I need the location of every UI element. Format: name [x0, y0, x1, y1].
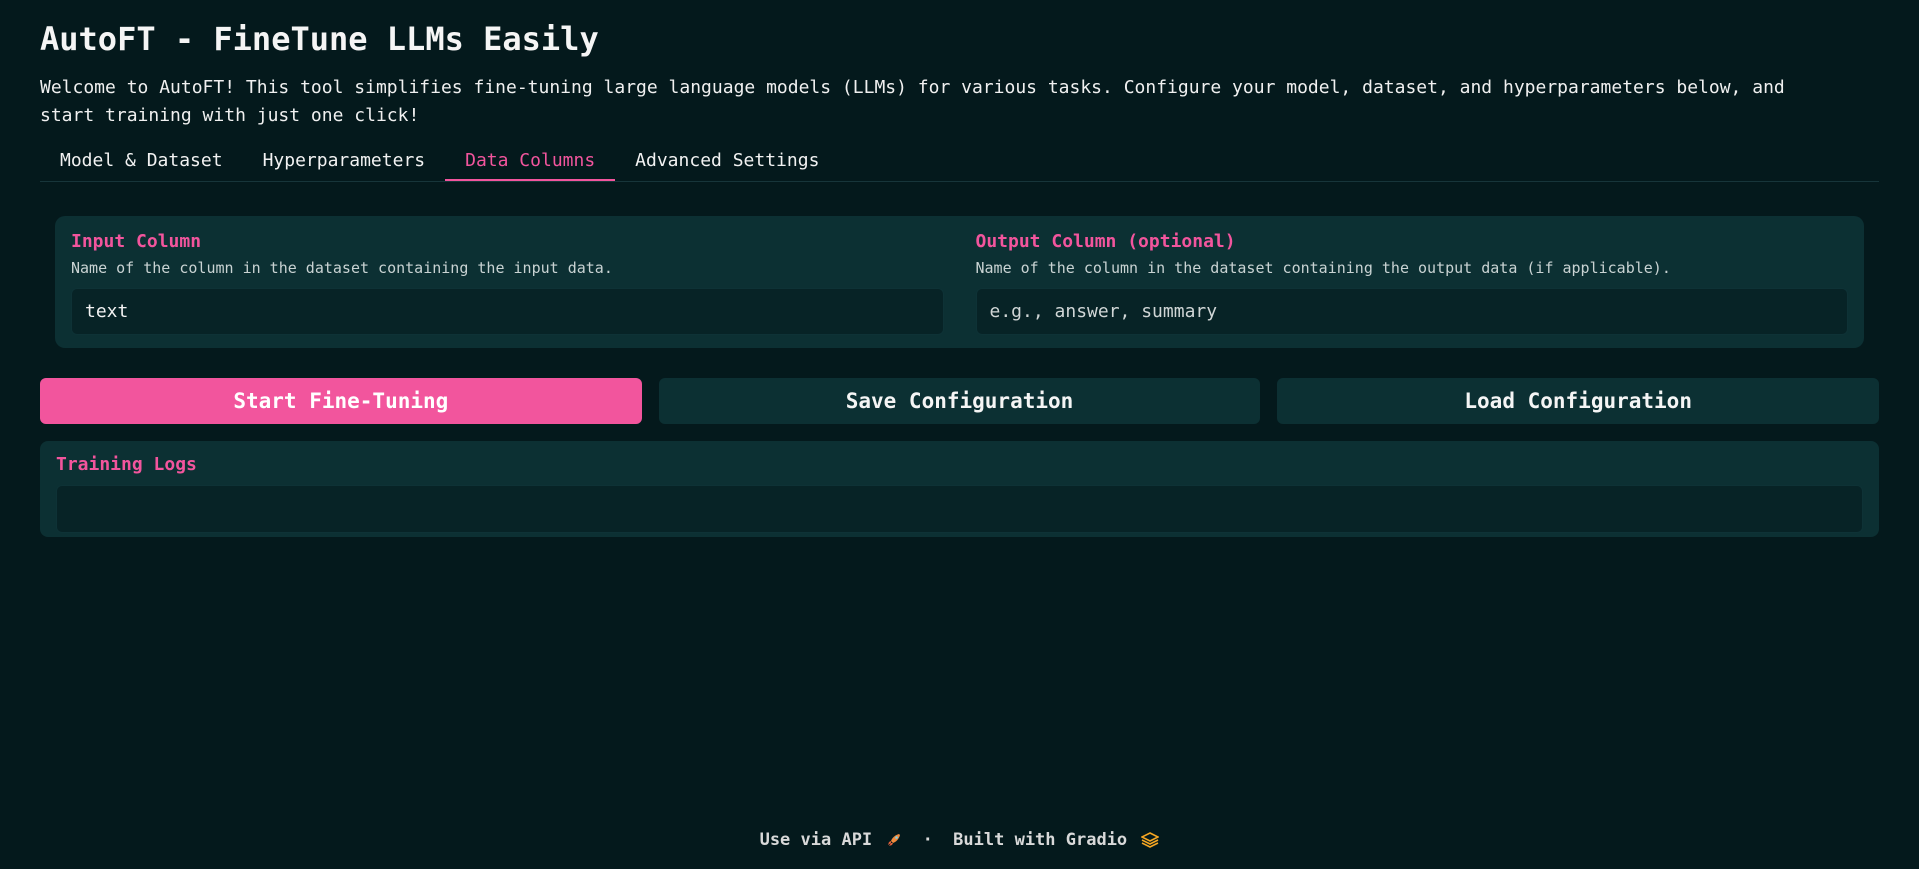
data-columns-panel: Input Column Name of the column in the d… — [55, 216, 1864, 348]
footer-separator: · — [922, 830, 933, 850]
tab-data-columns[interactable]: Data Columns — [445, 142, 616, 181]
start-fine-tuning-button[interactable]: Start Fine-Tuning — [40, 378, 642, 424]
training-logs-panel: Training Logs — [40, 441, 1879, 537]
page-title: AutoFT - FineTune LLMs Easily — [40, 20, 599, 58]
input-column-info: Name of the column in the dataset contai… — [71, 259, 613, 277]
training-logs-output[interactable] — [56, 485, 1863, 533]
input-column-label: Input Column — [71, 231, 202, 252]
output-column-label: Output Column (optional) — [975, 231, 1236, 252]
rocket-icon — [886, 832, 902, 848]
intro-text: Welcome to AutoFT! This tool simplifies … — [40, 77, 1785, 126]
input-column-input[interactable] — [71, 288, 944, 335]
tab-bar: Model & Dataset Hyperparameters Data Col… — [40, 142, 1879, 182]
tab-hyperparameters[interactable]: Hyperparameters — [243, 142, 446, 181]
tab-advanced-settings[interactable]: Advanced Settings — [615, 142, 839, 181]
footer: Use via API · Built with Gradio — [0, 830, 1919, 850]
output-column-field: Output Column (optional) Name of the col… — [975, 230, 1848, 335]
use-via-api-link[interactable]: Use via API — [760, 830, 873, 850]
input-column-field: Input Column Name of the column in the d… — [71, 230, 944, 335]
app-root: AutoFT - FineTune LLMs Easily Welcome to… — [0, 0, 1919, 869]
training-logs-label: Training Logs — [56, 454, 197, 475]
save-configuration-button[interactable]: Save Configuration — [658, 378, 1261, 424]
tab-model-dataset[interactable]: Model & Dataset — [40, 142, 243, 181]
gradio-logo-icon — [1140, 832, 1161, 848]
action-buttons: Start Fine-Tuning Save Configuration Loa… — [40, 378, 1880, 424]
output-column-input[interactable] — [975, 288, 1848, 335]
output-column-info: Name of the column in the dataset contai… — [975, 259, 1671, 277]
load-configuration-button[interactable]: Load Configuration — [1277, 378, 1880, 424]
built-with-gradio-link[interactable]: Built with Gradio — [953, 830, 1127, 850]
